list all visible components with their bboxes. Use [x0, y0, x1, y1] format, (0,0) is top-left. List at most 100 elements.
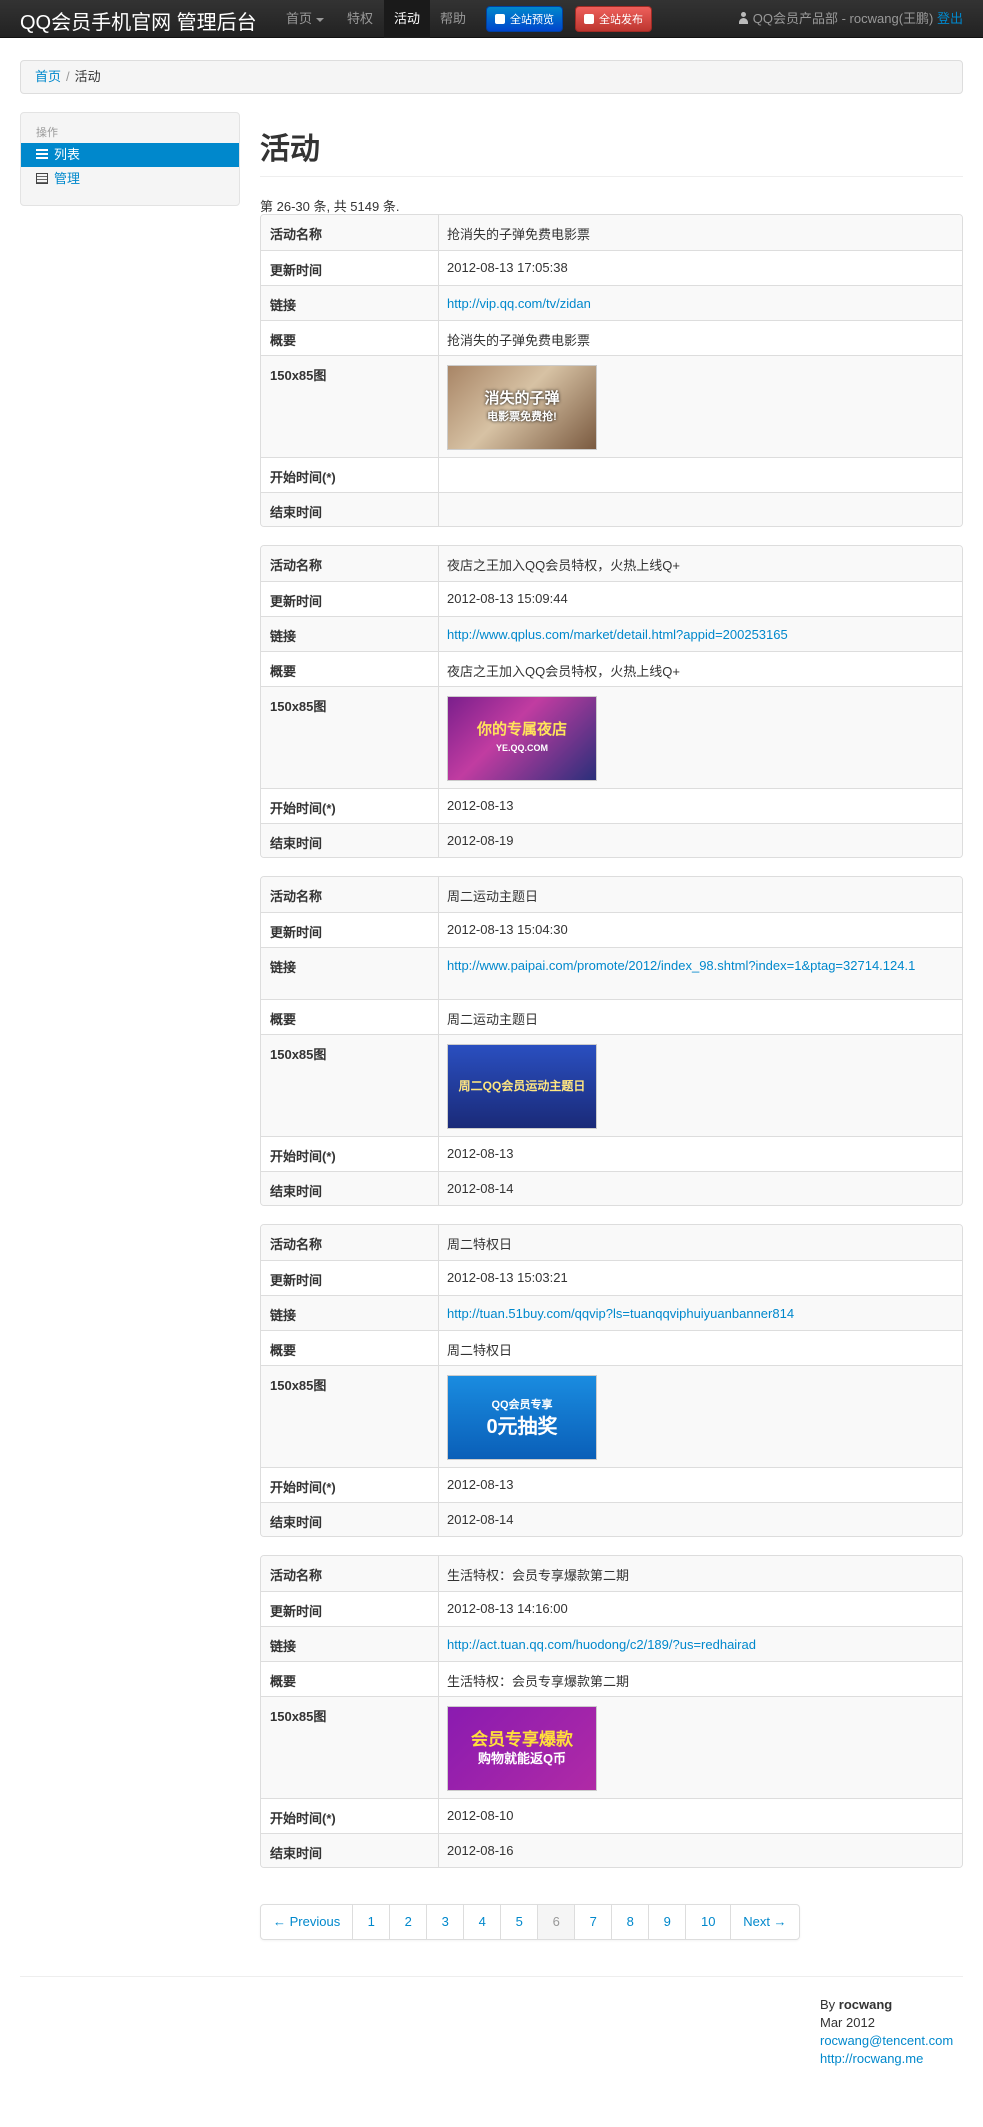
breadcrumb-home-link[interactable]: 首页 [35, 69, 61, 84]
footer-email-link[interactable]: rocwang@tencent.com [820, 2033, 953, 2048]
activity-summary: 周二特权日 [447, 1343, 513, 1358]
brand-link[interactable]: QQ会员手机官网 管理后台 [20, 6, 257, 35]
activity-link[interactable]: http://act.tuan.qq.com/huodong/c2/189/?u… [447, 1636, 756, 1653]
sidebar-item-manage[interactable]: 管理 [21, 167, 239, 191]
next-page-link[interactable]: Next → [730, 1905, 798, 1939]
user-name: QQ会员产品部 - rocwang(王鹏) [752, 11, 934, 26]
page-link[interactable]: 4 [463, 1905, 500, 1939]
activity-link[interactable]: http://tuan.51buy.com/qqvip?ls=tuanqqvip… [447, 1305, 794, 1322]
activity-summary: 周二运动主题日 [447, 1012, 539, 1027]
summary-row: 概要 生活特权：会员专享爆款第二期 [261, 1661, 962, 1696]
start-time: 2012-08-13 [447, 1477, 514, 1492]
top-navbar: QQ会员手机官网 管理后台 首页 特权 活动 帮助 全站预览 全站发布 QQ会员… [0, 0, 983, 38]
updated-time: 2012-08-13 15:04:30 [447, 922, 568, 937]
footer-site-link[interactable]: http://rocwang.me [820, 2051, 923, 2066]
updated-time-row: 更新时间 2012-08-13 15:03:21 [261, 1260, 962, 1295]
page-link[interactable]: 5 [500, 1905, 537, 1939]
page-link[interactable]: 1 [352, 1905, 389, 1939]
footer-author: rocwang [838, 1997, 893, 2012]
updated-time: 2012-08-13 15:03:21 [447, 1270, 568, 1285]
field-label: 结束时间 [261, 824, 439, 857]
field-label: 更新时间 [261, 913, 439, 947]
field-label: 结束时间 [261, 1834, 439, 1867]
field-label: 活动名称 [261, 215, 439, 250]
nav-item-home-label: 首页 [286, 11, 313, 26]
page-link[interactable]: 7 [574, 1905, 611, 1939]
activity-link[interactable]: http://vip.qq.com/tv/zidan [447, 295, 591, 312]
activity-name-row: 活动名称 周二运动主题日 [261, 877, 962, 912]
activity-name-row: 活动名称 生活特权：会员专享爆款第二期 [261, 1556, 962, 1591]
link-row: 链接 http://www.paipai.com/promote/2012/ind… [261, 947, 962, 999]
field-label: 结束时间 [261, 1172, 439, 1205]
link-row: 链接 http://act.tuan.qq.com/huodong/c2/189/… [261, 1626, 962, 1661]
thumbnail-title: 会员专享爆款 [471, 1729, 573, 1749]
page-link[interactable]: 10 [685, 1905, 730, 1939]
activity-link[interactable]: http://www.paipai.com/promote/2012/index… [447, 957, 915, 974]
image-row: 150x85图 会员专享爆款 购物就能返Q币 [261, 1696, 962, 1798]
sidebar-item-list[interactable]: 列表 [21, 143, 239, 167]
end-time-row: 结束时间 [261, 492, 962, 526]
nav-item-help[interactable]: 帮助 [430, 0, 476, 38]
page-title: 活动 [260, 133, 320, 166]
updated-time: 2012-08-13 17:05:38 [447, 260, 568, 275]
sidebar: 操作 列表 管理 [20, 112, 240, 206]
activity-summary: 抢消失的子弹免费电影票 [447, 333, 591, 348]
thumbnail-subtitle: YE.QQ.COM [495, 742, 548, 753]
field-label: 活动名称 [261, 1225, 439, 1260]
nav-item-privilege[interactable]: 特权 [337, 0, 383, 38]
end-time-row: 结束时间 2012-08-14 [261, 1502, 962, 1536]
page-link[interactable]: 3 [426, 1905, 463, 1939]
previous-page-link[interactable]: ← Previous [261, 1905, 352, 1939]
activity-summary: 生活特权：会员专享爆款第二期 [447, 1674, 630, 1689]
logout-link[interactable]: 登出 [937, 11, 963, 26]
activity-name-row: 活动名称 抢消失的子弹免费电影票 [261, 215, 962, 250]
field-label: 开始时间(*) [261, 1799, 439, 1833]
field-label: 概要 [261, 1000, 439, 1034]
sidebar-item-manage-label: 管理 [54, 171, 81, 186]
activity-name: 生活特权：会员专享爆款第二期 [447, 1568, 630, 1583]
footer-divider [20, 1976, 963, 1977]
summary-row: 概要 抢消失的子弹免费电影票 [261, 320, 962, 355]
summary-row: 概要 周二特权日 [261, 1330, 962, 1365]
page-link[interactable]: 9 [648, 1905, 685, 1939]
thumbnail-subtitle: QQ会员专享 [491, 1399, 553, 1411]
field-label: 开始时间(*) [261, 789, 439, 823]
field-label: 活动名称 [261, 1556, 439, 1591]
user-icon [738, 12, 749, 24]
end-time [439, 493, 962, 526]
activity-link[interactable]: http://www.qplus.com/market/detail.html?… [447, 626, 788, 643]
activity-name-row: 活动名称 周二特权日 [261, 1225, 962, 1260]
field-label: 150x85图 [261, 1697, 439, 1798]
start-time: 2012-08-13 [447, 1146, 514, 1161]
activity-thumbnail: 周二QQ会员运动主题日 [447, 1044, 597, 1129]
activity-card: 活动名称 周二特权日 更新时间 2012-08-13 15:03:21 链接 http… [260, 1224, 963, 1537]
footer-date: Mar 2012 [820, 2015, 875, 2030]
site-publish-button[interactable]: 全站发布 [575, 6, 652, 32]
end-time: 2012-08-16 [447, 1843, 514, 1858]
activity-card: 活动名称 生活特权：会员专享爆款第二期 更新时间 2012-08-13 14:16:… [260, 1555, 963, 1868]
list-icon [36, 149, 48, 160]
end-time: 2012-08-14 [447, 1181, 514, 1196]
breadcrumb-current: 活动 [74, 69, 101, 84]
updated-time-row: 更新时间 2012-08-13 15:09:44 [261, 581, 962, 616]
page-link[interactable]: 8 [611, 1905, 648, 1939]
site-preview-button[interactable]: 全站预览 [486, 6, 563, 32]
link-row: 链接 http://vip.qq.com/tv/zidan [261, 285, 962, 320]
nav-item-home[interactable]: 首页 [276, 0, 334, 38]
start-time: 2012-08-10 [447, 1808, 514, 1823]
image-row: 150x85图 你的专属夜店 YE.QQ.COM [261, 686, 962, 788]
thumbnail-subtitle: 电影票免费抢! [487, 410, 557, 423]
thumbnail-title: 你的专属夜店 [476, 720, 567, 738]
page-link[interactable]: 2 [389, 1905, 426, 1939]
user-info: QQ会员产品部 - rocwang(王鹏) 登出 [738, 0, 963, 38]
preview-icon [495, 14, 505, 24]
end-time: 2012-08-19 [447, 833, 514, 848]
field-label: 活动名称 [261, 546, 439, 581]
field-label: 更新时间 [261, 1592, 439, 1626]
end-time: 2012-08-14 [447, 1512, 514, 1527]
nav-item-activity[interactable]: 活动 [384, 0, 431, 38]
footer-by: By [820, 1997, 836, 2012]
start-time-row: 开始时间(*) 2012-08-13 [261, 1467, 962, 1502]
start-time-row: 开始时间(*) 2012-08-10 [261, 1798, 962, 1833]
field-label: 更新时间 [261, 1261, 439, 1295]
